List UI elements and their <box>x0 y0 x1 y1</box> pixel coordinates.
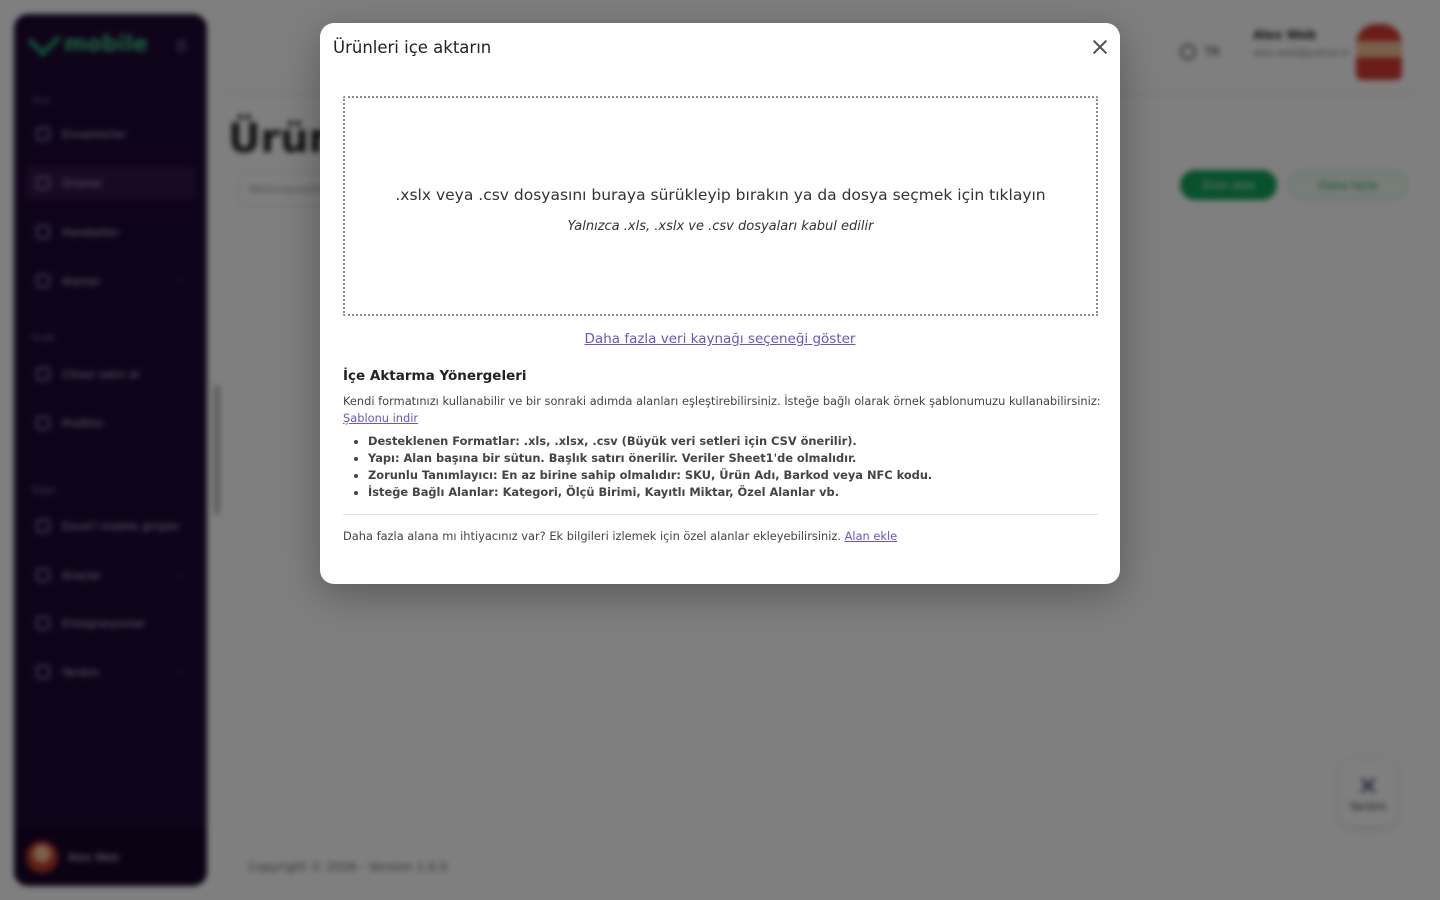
close-icon[interactable] <box>1090 37 1110 57</box>
import-guidelines-description: Kendi formatınızı kullanabilir ve bir so… <box>343 393 1103 427</box>
add-field-link[interactable]: Alan ekle <box>845 529 898 543</box>
file-dropzone[interactable]: .xslx veya .csv dosyasını buraya sürükle… <box>343 96 1098 316</box>
divider <box>343 514 1098 515</box>
list-item: İsteğe Bağlı Alanlar: Kategori, Ölçü Bir… <box>368 484 932 501</box>
dropzone-hint: Yalnızca .xls, .xslx ve .csv dosyaları k… <box>567 219 874 234</box>
dropzone-text: .xslx veya .csv dosyasını buraya sürükle… <box>395 186 1046 204</box>
extra-fields-note: Daha fazla alana mı ihtiyacınız var? Ek … <box>343 529 897 543</box>
modal-title: Ürünleri içe aktarın <box>333 38 492 57</box>
import-guidelines-title: İçe Aktarma Yönergeleri <box>343 368 527 384</box>
guidelines-text: Kendi formatınızı kullanabilir ve bir so… <box>343 394 1101 408</box>
guidelines-list: Desteklenen Formatlar: .xls, .xlsx, .csv… <box>368 433 932 501</box>
extra-fields-text: Daha fazla alana mı ihtiyacınız var? Ek … <box>343 529 841 543</box>
list-item: Yapı: Alan başına bir sütun. Başlık satı… <box>368 450 932 467</box>
more-data-sources-link[interactable]: Daha fazla veri kaynağı seçeneği göster <box>320 331 1120 347</box>
download-template-link[interactable]: Şablonu indir <box>343 411 418 425</box>
list-item: Zorunlu Tanımlayıcı: En az birine sahip … <box>368 467 932 484</box>
list-item: Desteklenen Formatlar: .xls, .xlsx, .csv… <box>368 433 932 450</box>
import-products-modal: Ürünleri içe aktarın .xslx veya .csv dos… <box>320 23 1120 584</box>
